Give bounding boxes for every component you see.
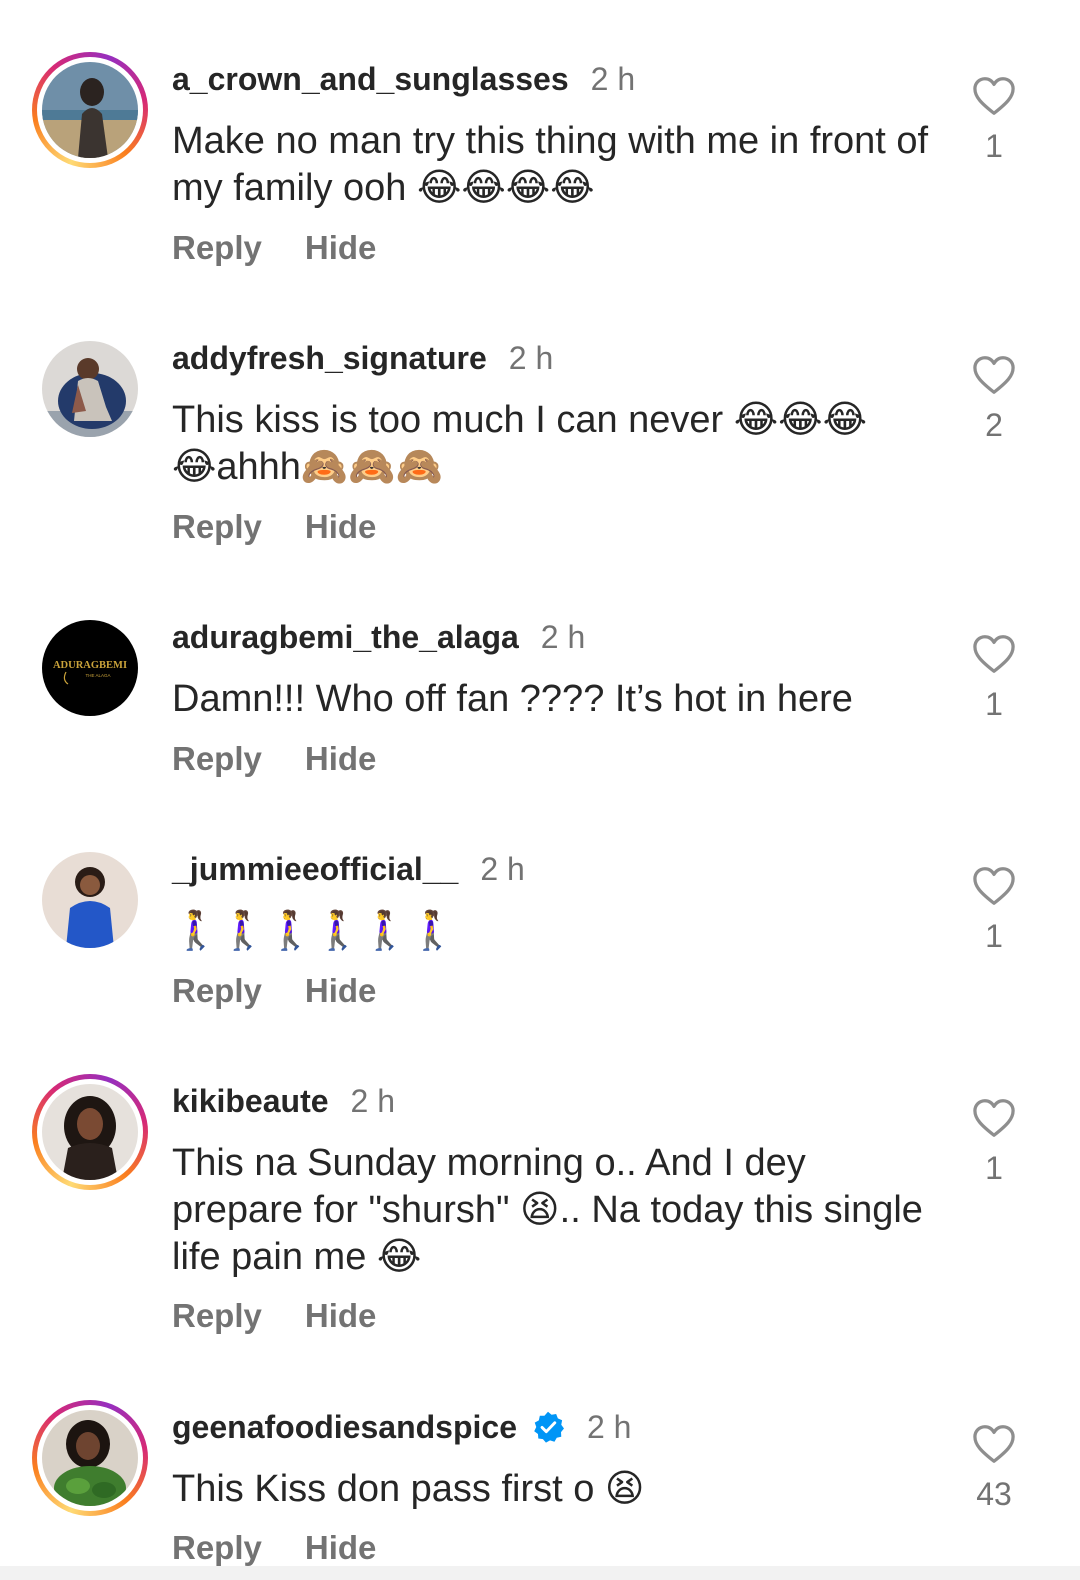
- hide-button[interactable]: Hide: [305, 1297, 377, 1335]
- avatar[interactable]: [42, 1084, 138, 1180]
- avatar-frame[interactable]: ADURAGBEMI THE ALAGA: [32, 610, 148, 726]
- username-link[interactable]: a_crown_and_sunglasses: [172, 61, 569, 98]
- hide-button[interactable]: Hide: [305, 1529, 377, 1567]
- like-control: 1: [962, 76, 1026, 165]
- comment-actions: Reply Hide: [172, 1294, 376, 1338]
- avatar-frame[interactable]: [32, 331, 148, 447]
- bottom-edge-bar: [0, 1566, 1080, 1580]
- avatar-story-ring[interactable]: [32, 52, 148, 168]
- username-link[interactable]: kikibeaute: [172, 1083, 329, 1120]
- hide-button[interactable]: Hide: [305, 972, 377, 1010]
- comment-actions: Reply Hide: [172, 226, 376, 270]
- like-count: 2: [985, 407, 1003, 443]
- comment-text: This na Sunday morning o.. And I dey pre…: [172, 1142, 934, 1278]
- like-control: 1: [962, 634, 1026, 723]
- avatar[interactable]: [42, 852, 138, 948]
- comment-header: a_crown_and_sunglasses 2 h: [172, 57, 635, 101]
- avatar[interactable]: [42, 1410, 138, 1506]
- like-control: 1: [962, 866, 1026, 955]
- reply-button[interactable]: Reply: [172, 740, 262, 778]
- comment-text: 🚶‍♀️🚶‍♀️🚶‍♀️🚶‍♀️🚶‍♀️🚶‍♀️: [172, 910, 456, 952]
- heart-outline-icon[interactable]: [972, 1098, 1016, 1138]
- like-control: 2: [962, 355, 1026, 444]
- comment-header: geenafoodiesandspice 2 h: [172, 1405, 631, 1449]
- avatar-story-ring[interactable]: [32, 1400, 148, 1516]
- comment-text: This Kiss don pass first o 😫: [172, 1468, 645, 1510]
- comment-text: This kiss is too much I can never 😂😂😂 😂a…: [172, 399, 867, 488]
- reply-button[interactable]: Reply: [172, 1297, 262, 1335]
- avatar-photo: [42, 852, 138, 948]
- comment-time: 2 h: [586, 1408, 632, 1445]
- verified-badge-icon: [534, 1411, 564, 1443]
- username-link[interactable]: geenafoodiesandspice: [172, 1409, 517, 1446]
- comment-time: 2 h: [508, 339, 554, 376]
- comment-header: _jummieeofficial__ 2 h: [172, 847, 525, 891]
- heart-outline-icon[interactable]: [972, 634, 1016, 674]
- like-count: 1: [985, 918, 1003, 954]
- avatar[interactable]: [42, 62, 138, 158]
- comment-actions: Reply Hide: [172, 969, 376, 1013]
- comment-time: 2 h: [590, 60, 636, 97]
- avatar-logo-subtext: THE ALAGA: [85, 673, 110, 678]
- reply-button[interactable]: Reply: [172, 508, 262, 546]
- username-link[interactable]: addyfresh_signature: [172, 340, 487, 377]
- heart-outline-icon[interactable]: [972, 1424, 1016, 1464]
- avatar-story-ring[interactable]: [32, 1074, 148, 1190]
- comment-actions: Reply Hide: [172, 737, 376, 781]
- hide-button[interactable]: Hide: [305, 740, 377, 778]
- heart-outline-icon[interactable]: [972, 355, 1016, 395]
- username-link[interactable]: _jummieeofficial__: [172, 851, 458, 888]
- avatar-photo: [42, 1084, 138, 1180]
- username-link[interactable]: aduragbemi_the_alaga: [172, 619, 519, 656]
- avatar-frame[interactable]: [32, 842, 148, 958]
- reply-button[interactable]: Reply: [172, 229, 262, 267]
- comment-time: 2 h: [480, 850, 525, 887]
- like-count: 1: [985, 686, 1003, 722]
- avatar-photo: [42, 1410, 138, 1506]
- comment-text: Damn!!! Who off fan ???? It’s hot in her…: [172, 678, 853, 720]
- reply-button[interactable]: Reply: [172, 1529, 262, 1567]
- avatar[interactable]: [42, 341, 138, 437]
- avatar-photo: [42, 341, 138, 437]
- avatar[interactable]: ADURAGBEMI THE ALAGA: [42, 620, 138, 716]
- comment-time: 2 h: [540, 618, 586, 655]
- comment-time: 2 h: [350, 1082, 395, 1119]
- comment-actions: Reply Hide: [172, 1526, 376, 1570]
- like-control: 43: [962, 1424, 1026, 1513]
- heart-outline-icon[interactable]: [972, 76, 1016, 116]
- like-count: 1: [985, 1150, 1003, 1186]
- hide-button[interactable]: Hide: [305, 508, 377, 546]
- like-control: 1: [962, 1098, 1026, 1187]
- like-count: 1: [985, 128, 1003, 164]
- avatar-photo: [42, 62, 138, 158]
- avatar-logo: ADURAGBEMI THE ALAGA: [42, 620, 138, 716]
- like-count: 43: [976, 1476, 1012, 1512]
- comment-header: kikibeaute 2 h: [172, 1079, 395, 1123]
- avatar-logo-text: ADURAGBEMI: [53, 660, 127, 671]
- hide-button[interactable]: Hide: [305, 229, 377, 267]
- comment-actions: Reply Hide: [172, 505, 376, 549]
- comment-text: Make no man try this thing with me in fr…: [172, 120, 939, 209]
- comment-header: aduragbemi_the_alaga 2 h: [172, 615, 585, 659]
- comment-header: addyfresh_signature 2 h: [172, 336, 553, 380]
- reply-button[interactable]: Reply: [172, 972, 262, 1010]
- heart-outline-icon[interactable]: [972, 866, 1016, 906]
